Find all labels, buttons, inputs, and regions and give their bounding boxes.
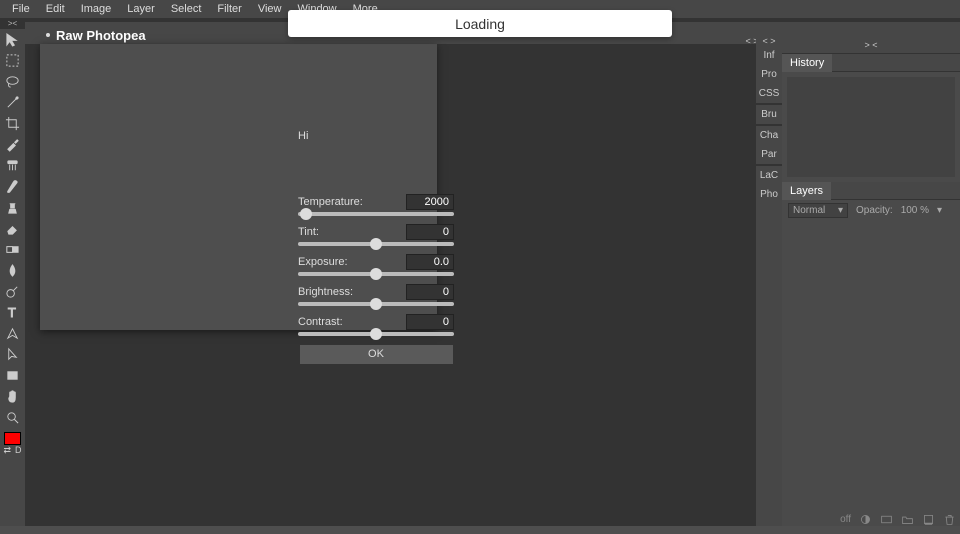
foreground-color[interactable] <box>4 432 21 445</box>
collapsed-panel-tabs: < > Inf Pro CSS Bru Cha Par LaC Pho <box>756 36 782 526</box>
rectangle-shape-icon[interactable] <box>2 365 24 386</box>
panel-tab-photo[interactable]: Pho <box>756 185 782 204</box>
layers-tab[interactable]: Layers <box>782 182 831 200</box>
panel-collapse-icon[interactable]: > < <box>782 40 960 50</box>
panel-tab-properties[interactable]: Pro <box>756 65 782 84</box>
temperature-slider[interactable] <box>298 212 454 216</box>
lasso-tool-icon[interactable] <box>2 71 24 92</box>
panel-tab-brush[interactable]: Bru <box>756 105 782 124</box>
tint-input[interactable] <box>406 224 454 240</box>
gradient-tool-icon[interactable] <box>2 239 24 260</box>
temperature-input[interactable] <box>406 194 454 210</box>
exposure-label: Exposure: <box>298 256 406 268</box>
history-tab[interactable]: History <box>782 54 832 72</box>
history-panel-header: > < <box>782 36 960 54</box>
mask-icon[interactable] <box>859 513 872 526</box>
panel-tab-paragraph[interactable]: Par <box>756 145 782 164</box>
layers-options: Normal ▾ Opacity: 100 % ▾ <box>782 200 960 220</box>
slider-thumb[interactable] <box>370 328 382 340</box>
exposure-input[interactable] <box>406 254 454 270</box>
chevron-down-icon: ▾ <box>838 205 843 216</box>
blur-tool-icon[interactable] <box>2 260 24 281</box>
slider-thumb[interactable] <box>370 298 382 310</box>
rect-select-icon[interactable] <box>2 50 24 71</box>
collapse-toggle-icon[interactable]: < > <box>756 36 782 46</box>
menu-file[interactable]: File <box>4 1 38 17</box>
path-select-icon[interactable] <box>2 344 24 365</box>
swap-colors-icon[interactable]: ⇄ <box>4 445 12 456</box>
temperature-label: Temperature: <box>298 196 406 208</box>
brightness-input[interactable] <box>406 284 454 300</box>
hand-tool-icon[interactable] <box>2 386 24 407</box>
slider-thumb[interactable] <box>370 238 382 250</box>
new-layer-icon[interactable] <box>922 513 935 526</box>
brightness-label: Brightness: <box>298 286 406 298</box>
dialog-greeting: Hi <box>298 130 308 142</box>
menu-edit[interactable]: Edit <box>38 1 73 17</box>
layers-panel-body[interactable] <box>782 220 960 526</box>
panel-tab-info[interactable]: Inf <box>756 46 782 65</box>
layers-footer: off <box>766 510 956 528</box>
loading-text: Loading <box>455 16 505 32</box>
chevron-down-icon: ▾ <box>937 205 942 216</box>
window-title: Raw Photopea <box>56 28 146 43</box>
tint-label: Tint: <box>298 226 406 238</box>
folder-icon[interactable] <box>901 513 914 526</box>
blend-mode-select[interactable]: Normal ▾ <box>788 203 848 218</box>
menu-filter[interactable]: Filter <box>209 1 249 17</box>
blend-mode-value: Normal <box>793 205 825 216</box>
pen-tool-icon[interactable] <box>2 323 24 344</box>
raw-dialog: Hi Temperature: Tint: Exposure: Brightne… <box>40 44 437 330</box>
off-label: off <box>840 514 851 525</box>
crop-tool-icon[interactable] <box>2 113 24 134</box>
eyedropper-icon[interactable] <box>2 134 24 155</box>
contrast-slider[interactable] <box>298 332 454 336</box>
slider-thumb[interactable] <box>370 268 382 280</box>
eraser-tool-icon[interactable] <box>2 218 24 239</box>
contrast-label: Contrast: <box>298 316 406 328</box>
tint-slider[interactable] <box>298 242 454 246</box>
clone-stamp-icon[interactable] <box>2 197 24 218</box>
tool-bar: T ⇄ D <box>0 29 25 526</box>
slider-thumb[interactable] <box>300 208 312 220</box>
panel-tab-layercomps[interactable]: LaC <box>756 166 782 185</box>
svg-text:T: T <box>8 305 16 320</box>
opacity-value[interactable]: 100 % <box>901 205 929 216</box>
opacity-label: Opacity: <box>856 205 893 216</box>
magic-wand-icon[interactable] <box>2 92 24 113</box>
document-changed-indicator <box>46 33 50 37</box>
panel-tab-character[interactable]: Cha <box>756 126 782 145</box>
brightness-slider[interactable] <box>298 302 454 306</box>
loading-banner: Loading <box>288 10 672 37</box>
healing-brush-icon[interactable] <box>2 155 24 176</box>
menu-layer[interactable]: Layer <box>119 1 163 17</box>
ok-button[interactable]: OK <box>299 344 454 365</box>
history-panel-body[interactable] <box>787 77 955 177</box>
type-tool-icon[interactable]: T <box>2 302 24 323</box>
panel-tab-css[interactable]: CSS <box>756 84 782 103</box>
trash-icon[interactable] <box>943 513 956 526</box>
menu-image[interactable]: Image <box>73 1 120 17</box>
layers-panel-tabbar: Layers <box>782 182 960 200</box>
move-tool-icon[interactable] <box>2 29 24 50</box>
brush-tool-icon[interactable] <box>2 176 24 197</box>
zoom-tool-icon[interactable] <box>2 407 24 428</box>
right-panels: < > Inf Pro CSS Bru Cha Par LaC Pho > < … <box>756 36 960 526</box>
default-colors-icon[interactable]: D <box>15 445 22 456</box>
menu-select[interactable]: Select <box>163 1 210 17</box>
history-panel-tabbar: History <box>782 54 960 72</box>
contrast-input[interactable] <box>406 314 454 330</box>
dodge-tool-icon[interactable] <box>2 281 24 302</box>
toolbar-collapse-toggle[interactable]: >< <box>0 19 25 29</box>
fx-icon[interactable] <box>880 513 893 526</box>
menu-view[interactable]: View <box>250 1 290 17</box>
color-swatches[interactable]: ⇄ D <box>2 432 24 456</box>
exposure-slider[interactable] <box>298 272 454 276</box>
